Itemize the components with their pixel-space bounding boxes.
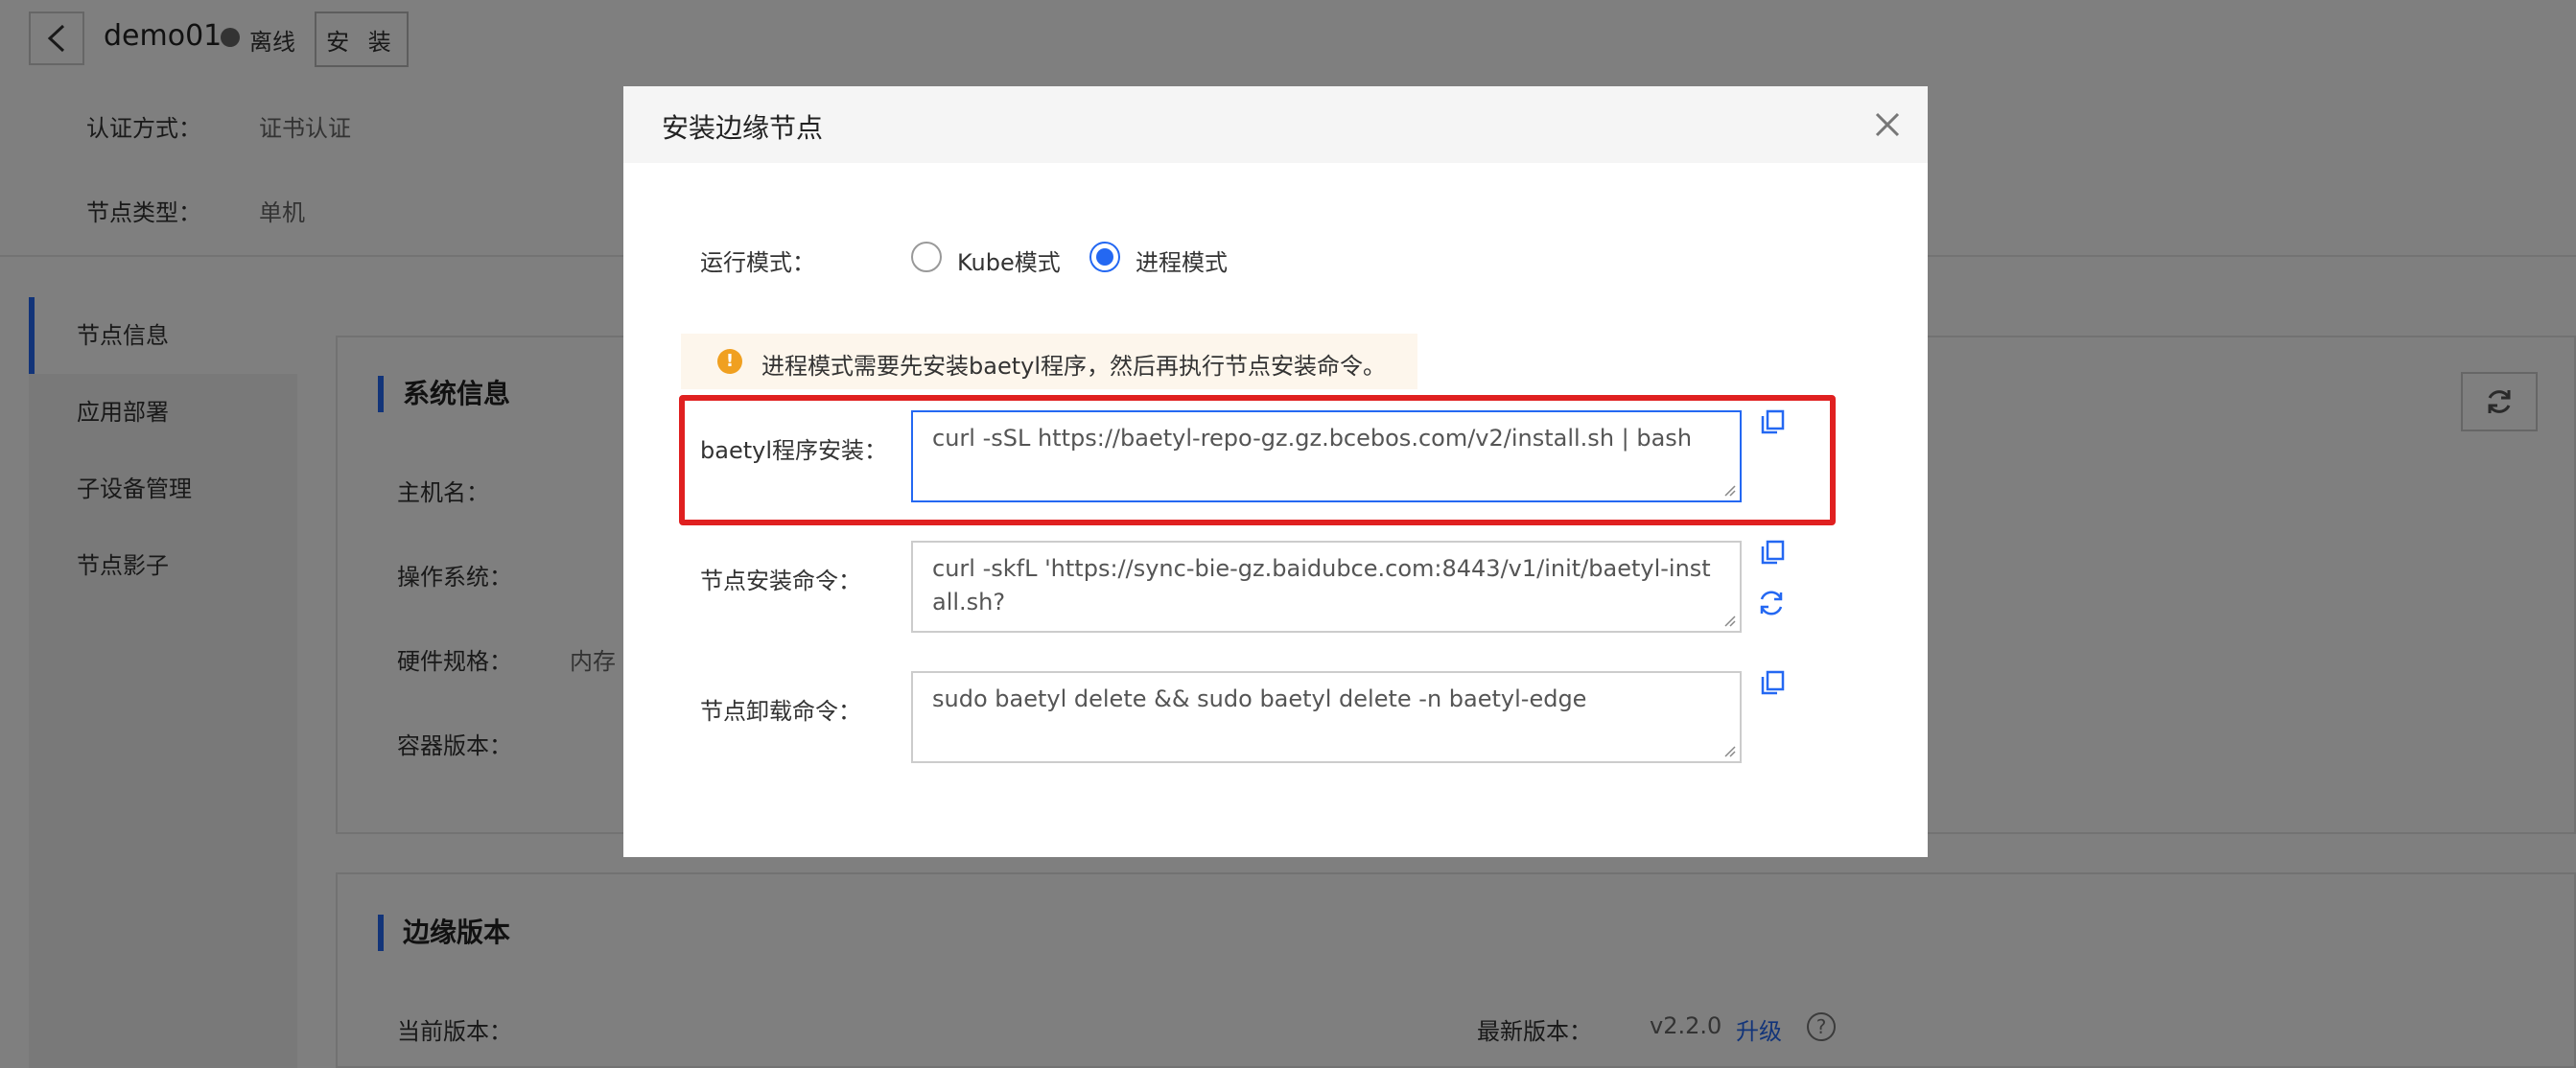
baetyl-install-command-text: curl -sSL https://baetyl-repo-gz.gz.bceb… <box>932 425 1693 452</box>
install-edge-node-modal: 安装边缘节点 运行模式： Kube模式 进程模式 ! 进程模式需要先安装baet… <box>623 86 1928 857</box>
resize-grip-icon[interactable] <box>1721 742 1736 757</box>
resize-grip-icon[interactable] <box>1721 481 1736 497</box>
run-mode-label: 运行模式： <box>700 249 815 276</box>
baetyl-install-label: baetyl程序安装： <box>700 437 887 464</box>
node-uninstall-command[interactable]: sudo baetyl delete && sudo baetyl delete… <box>911 671 1742 763</box>
refresh-icon[interactable] <box>1757 589 1786 617</box>
node-install-label: 节点安装命令： <box>700 568 861 594</box>
warning-icon: ! <box>717 349 742 374</box>
node-install-command[interactable]: curl -skfL 'https://sync-bie-gz.baidubce… <box>911 541 1742 633</box>
node-uninstall-command-text: sudo baetyl delete && sudo baetyl delete… <box>932 685 1587 712</box>
modal-title: 安装边缘节点 <box>662 112 824 144</box>
tip-text: 进程模式需要先安装baetyl程序，然后再执行节点安装命令。 <box>761 353 1386 380</box>
resize-grip-icon[interactable] <box>1721 612 1736 627</box>
copy-icon[interactable] <box>1759 408 1786 435</box>
node-uninstall-label: 节点卸载命令： <box>700 698 861 725</box>
copy-icon[interactable] <box>1759 669 1786 696</box>
close-icon[interactable] <box>1870 107 1905 142</box>
radio-kube-mode-label[interactable]: Kube模式 <box>957 244 1061 277</box>
copy-icon[interactable] <box>1759 539 1786 566</box>
node-install-command-text: curl -skfL 'https://sync-bie-gz.baidubce… <box>932 555 1711 615</box>
modal-header: 安装边缘节点 <box>623 86 1928 163</box>
radio-process-mode-label[interactable]: 进程模式 <box>1136 244 1228 277</box>
radio-kube-mode[interactable] <box>911 242 942 272</box>
tip-banner: ! 进程模式需要先安装baetyl程序，然后再执行节点安装命令。 <box>681 334 1417 389</box>
baetyl-install-command[interactable]: curl -sSL https://baetyl-repo-gz.gz.bceb… <box>911 410 1742 502</box>
radio-process-mode[interactable] <box>1089 242 1120 272</box>
